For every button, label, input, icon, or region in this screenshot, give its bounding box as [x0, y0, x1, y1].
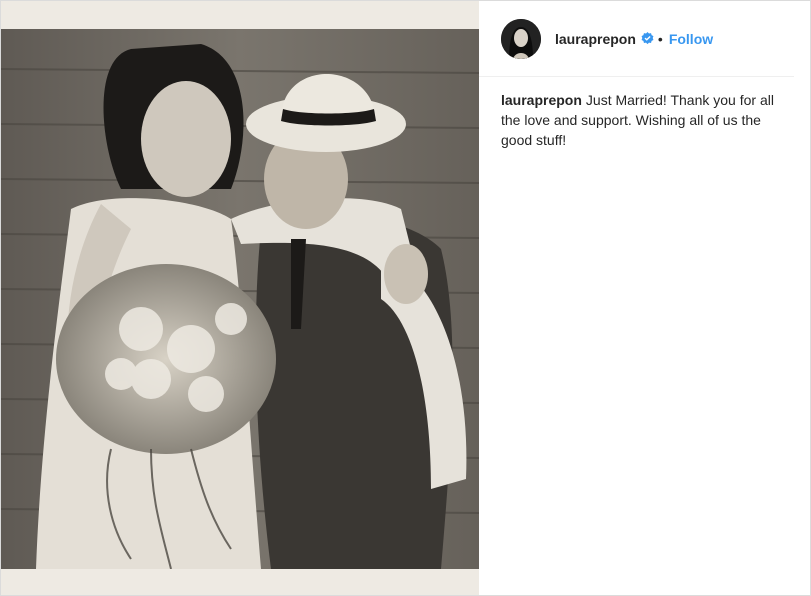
username-link[interactable]: lauraprepon — [555, 31, 636, 47]
post-sidebar: lauraprepon • Follow lauraprepon Just Mar… — [479, 1, 810, 595]
post-caption: lauraprepon Just Married! Thank you for a… — [479, 77, 810, 150]
wedding-photo-image — [1, 29, 479, 569]
follow-button[interactable]: Follow — [669, 31, 713, 47]
avatar[interactable] — [501, 18, 541, 59]
photo-pane — [1, 1, 479, 595]
post-window: lauraprepon • Follow lauraprepon Just Mar… — [0, 0, 811, 596]
post-header: lauraprepon • Follow — [479, 1, 794, 77]
caption-username-link[interactable]: lauraprepon — [501, 92, 582, 108]
avatar-image — [501, 18, 541, 59]
post-photo[interactable] — [1, 29, 479, 569]
separator-dot: • — [657, 30, 663, 47]
verified-badge-icon — [641, 32, 654, 45]
